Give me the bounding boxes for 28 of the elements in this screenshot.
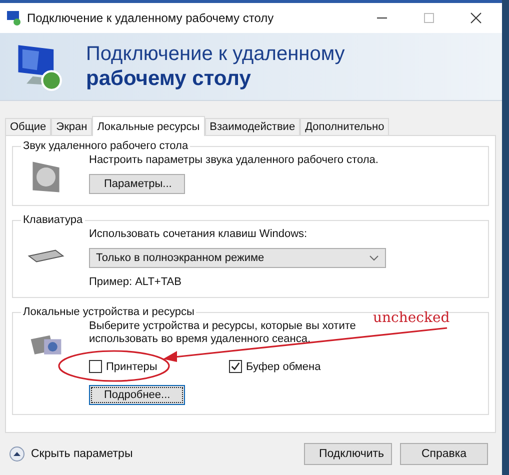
dialog-button[interactable]: Справка: [400, 443, 488, 465]
tab[interactable]: Экран: [51, 118, 92, 135]
description: Выберите устройства и ресурсы, которые вы хотите использовать во время удаленного сеанса.: [89, 320, 357, 346]
dialog-button[interactable]: Подключить: [304, 443, 392, 465]
dropdown[interactable]: Только в полноэкранном режиме: [89, 248, 386, 268]
settings-button[interactable]: Параметры...: [89, 174, 185, 194]
group-title: Звук удаленного рабочего стола: [22, 140, 190, 152]
window-title: Подключение к удаленному рабочему столу: [27, 11, 274, 25]
close-icon[interactable]: [470, 12, 482, 24]
header-title: рабочему столу: [86, 66, 252, 92]
checkmark-icon: [230, 361, 241, 372]
annotation-text: unchecked: [373, 310, 450, 326]
group-title: Клавиатура: [22, 214, 84, 226]
chevron-down-icon: [369, 255, 379, 261]
description: Настроить параметры звука удаленного рабочего стола.: [89, 154, 378, 166]
group-title: Локальные устройства и ресурсы: [22, 306, 196, 318]
checkbox[interactable]: Буфер обмена: [229, 360, 319, 373]
example-text: Пример: ALT+TAB: [89, 276, 182, 288]
label: Использовать сочетания клавиш Windows:: [89, 228, 308, 240]
tab[interactable]: Общие: [5, 118, 52, 135]
checkbox[interactable]: Принтеры: [89, 360, 179, 373]
tab[interactable]: Локальные ресурсы: [92, 116, 205, 136]
details-button[interactable]: Подробнее...: [89, 385, 185, 405]
hide-options-toggle[interactable]: Скрыть параметры: [9, 446, 133, 462]
tab[interactable]: Дополнительно: [300, 118, 390, 135]
monitor-icon: [6, 10, 22, 26]
tab[interactable]: Взаимодействие: [204, 118, 300, 135]
header-title: Подключение к удаленному: [86, 42, 345, 66]
